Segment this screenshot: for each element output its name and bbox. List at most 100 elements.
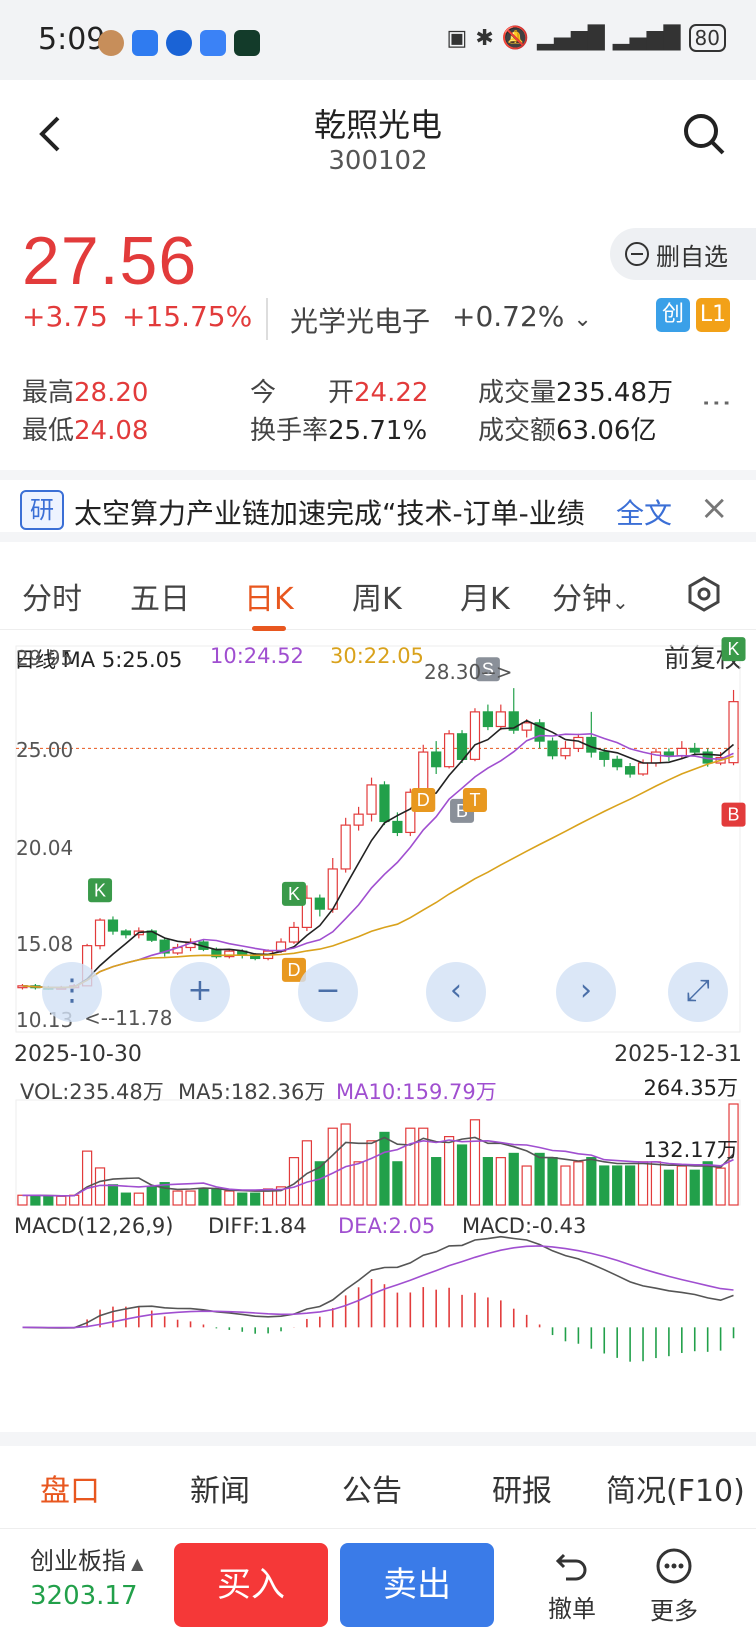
stat-low: 最低24.08 [22,416,149,446]
more-button[interactable]: 更多 [634,1547,714,1626]
current-price: 27.56 [22,223,198,299]
kline-chart: K KDDSBTKB [15,637,746,1362]
date-end: 2025-12-31 [614,1042,742,1067]
candle-body [443,733,455,768]
y-axis-label: 29.95 [16,646,74,670]
chevron-down-icon: ⌄ [573,307,592,332]
undo-order-button[interactable]: 撤单 [532,1547,612,1624]
candle-body [612,758,623,768]
kline-chart-panel[interactable]: 日线 MA 5:25.05 10:24.52 30:22.05 前复权 KKDD… [0,630,756,1430]
tab-announcements[interactable]: 公告 [342,1466,402,1510]
tab-minute[interactable]: 分钟⌄ [552,574,629,618]
tab-order-book[interactable]: 盘口 [40,1466,100,1510]
fullscreen-icon: ⤢ [686,973,710,1008]
more-vertical-icon[interactable]: ⋮ [699,388,734,420]
zoom-in-button[interactable]: + [170,962,230,1022]
volume-bar [81,1150,93,1206]
more-horizontal-icon [656,1548,692,1584]
scroll-right-button[interactable]: › [556,962,616,1022]
macd-legend: MACD(12,26,9) [14,1214,174,1238]
chart-menu-button[interactable]: ⋮ [42,962,102,1022]
signal-marker-k: K [94,880,106,900]
volume-bar [547,1157,558,1206]
candle-body [340,824,351,870]
scroll-left-button[interactable]: ‹ [426,962,486,1022]
ma5-line [22,719,735,989]
research-tag: 研 [20,490,64,530]
caret-up-icon: ▲ [126,1554,144,1573]
price-change-pct: +15.75% [122,300,253,333]
volume-bar [560,1165,571,1206]
status-time: 5:09 [38,22,106,57]
tab-five-day[interactable]: 五日 [130,574,190,618]
volume-bar [340,1123,351,1206]
tab-news[interactable]: 新闻 [190,1466,250,1510]
stat-high: 最高28.20 [22,378,149,408]
news-banner[interactable]: 研 太空算力产业链加速完成“技术-订单-业绩 全文 × [0,470,756,542]
buy-button[interactable]: 买入 [174,1543,328,1627]
fullscreen-button[interactable]: ⤢ [668,962,728,1022]
volume-bar [185,1190,196,1206]
news-full-link[interactable]: 全文 [616,492,672,532]
settings-icon[interactable] [686,576,722,616]
candle-body [392,820,403,834]
news-headline[interactable]: 太空算力产业链加速完成“技术-订单-业绩 [74,492,604,532]
volume-bar [250,1192,261,1206]
candle-body [599,751,610,760]
undo-icon [555,1553,587,1581]
index-value: 3203.17 [30,1581,138,1611]
chart-tabs: 分时 五日 日K 周K 月K 分钟⌄ [0,560,756,631]
stock-name: 乾照光电 [313,106,442,144]
volume-bar [353,1161,364,1206]
volume-bar [534,1152,545,1206]
high-annotation: 28.30--> [424,660,513,684]
sector-change[interactable]: +0.72% ⌄ [452,300,592,333]
volume-bar [637,1161,649,1206]
search-icon[interactable] [682,112,726,160]
vol-mid-label: 132.17万 [643,1138,738,1162]
tab-monthly-k[interactable]: 月K [460,574,510,618]
zoom-out-button[interactable]: − [298,962,358,1022]
tab-research[interactable]: 研报 [492,1466,552,1510]
close-icon[interactable]: × [700,488,729,528]
signal-marker-k: K [288,884,300,904]
battery-indicator: 80 [688,24,726,52]
candle-body [288,926,300,943]
candle-body [469,711,481,760]
tab-profile[interactable]: 简况(F10) [606,1466,745,1510]
candle-body [431,751,442,768]
volume-bar [43,1195,54,1206]
date-start: 2025-10-30 [14,1042,142,1067]
volume-bar [689,1169,700,1206]
candle-body [107,919,119,932]
dea-legend: DEA:2.05 [338,1214,436,1238]
tab-intraday[interactable]: 分时 [22,574,82,618]
remove-watchlist-button[interactable]: 删自选 [610,228,756,280]
tab-daily-k[interactable]: 日K [244,574,294,618]
index-name[interactable]: 创业板指 ▲ [30,1541,143,1576]
sector-name[interactable]: 光学光电子 [290,300,430,340]
status-bar: 5:09 ▣ ✱ 🔕 ▂▄▆█ ▂▄▆█ 80 [0,0,756,80]
volume-bar [431,1157,442,1206]
chevron-left-icon: ‹ [450,973,462,1008]
mute-icon: 🔕 [501,25,530,51]
candle-body [418,751,429,793]
bluetooth-icon: ✱ [475,25,494,51]
y-axis-label: 25.00 [16,738,74,762]
candle-body [637,762,649,775]
vol-ma10-legend: MA10:159.79万 [336,1080,497,1104]
candle-body [353,813,364,826]
signal-marker-b: B [728,805,740,825]
remove-watchlist-label: 删自选 [656,242,728,271]
sell-button[interactable]: 卖出 [340,1543,494,1627]
volume-bar [17,1194,28,1206]
signal-marker-t: T [469,790,480,810]
volume-bar [624,1165,636,1206]
candle-body [456,733,468,760]
volume-bar [702,1161,713,1206]
volume-bar [443,1136,455,1206]
tab-weekly-k[interactable]: 周K [352,574,402,618]
volume-bar [495,1157,506,1206]
volume-bar [521,1165,532,1206]
candle-body [94,919,106,947]
